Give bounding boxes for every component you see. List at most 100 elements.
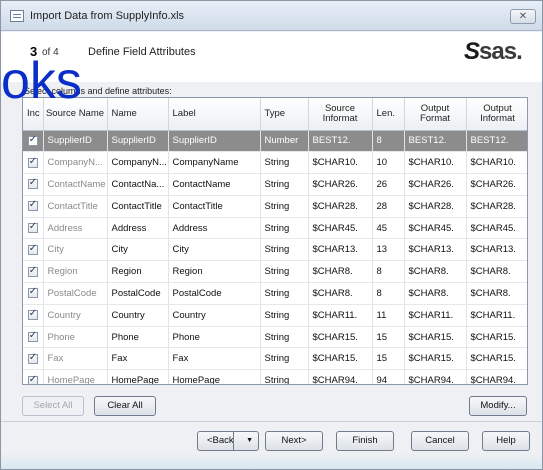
- source-informat-cell[interactable]: $CHAR45.: [308, 217, 373, 240]
- name-cell[interactable]: Address: [107, 217, 169, 240]
- column-header-length[interactable]: Len.: [372, 98, 405, 131]
- column-header-output-format[interactable]: Output Format: [404, 98, 467, 131]
- column-header-type[interactable]: Type: [260, 98, 309, 131]
- output-informat-cell[interactable]: $CHAR10.: [466, 151, 527, 175]
- include-checkbox[interactable]: [27, 286, 38, 299]
- output-format-cell[interactable]: BEST12.: [404, 130, 467, 153]
- table-row[interactable]: ContactNameContactNa...ContactNameString…: [23, 173, 527, 196]
- table-row[interactable]: CityCityCityString$CHAR13.13$CHAR13.$CHA…: [23, 238, 527, 262]
- source-informat-cell[interactable]: $CHAR13.: [308, 238, 373, 262]
- name-cell[interactable]: ContactTitle: [107, 195, 169, 218]
- source-informat-cell[interactable]: $CHAR15.: [308, 347, 373, 371]
- source-informat-cell[interactable]: $CHAR15.: [308, 326, 373, 349]
- length-cell[interactable]: 15: [372, 326, 405, 349]
- type-cell[interactable]: String: [260, 217, 309, 240]
- back-button[interactable]: <Back ▼: [197, 431, 259, 451]
- type-cell[interactable]: String: [260, 304, 309, 327]
- table-row[interactable]: HomePageHomePageHomePageString$CHAR94.94…: [23, 369, 527, 384]
- include-checkbox[interactable]: [27, 374, 38, 384]
- label-cell[interactable]: ContactTitle: [168, 195, 261, 218]
- include-checkbox[interactable]: [27, 221, 38, 234]
- output-format-cell[interactable]: $CHAR26.: [404, 173, 467, 196]
- output-informat-cell[interactable]: $CHAR15.: [466, 347, 527, 371]
- field-attributes-grid[interactable]: Inc Source Name Name Label Type Source I…: [22, 97, 528, 385]
- table-row[interactable]: AddressAddressAddressString$CHAR45.45$CH…: [23, 217, 527, 240]
- output-format-cell[interactable]: $CHAR45.: [404, 217, 467, 240]
- label-cell[interactable]: Region: [168, 260, 261, 284]
- column-header-name[interactable]: Name: [107, 98, 169, 131]
- length-cell[interactable]: 15: [372, 347, 405, 371]
- source-informat-cell[interactable]: $CHAR94.: [308, 369, 373, 384]
- table-row[interactable]: PostalCodePostalCodePostalCodeString$CHA…: [23, 282, 527, 305]
- name-cell[interactable]: Country: [107, 304, 169, 327]
- finish-button[interactable]: Finish: [336, 431, 394, 451]
- label-cell[interactable]: City: [168, 238, 261, 262]
- label-cell[interactable]: Country: [168, 304, 261, 327]
- output-format-cell[interactable]: $CHAR11.: [404, 304, 467, 327]
- column-header-output-informat[interactable]: Output Informat: [466, 98, 527, 131]
- source-informat-cell[interactable]: $CHAR8.: [308, 260, 373, 284]
- output-informat-cell[interactable]: $CHAR8.: [466, 260, 527, 284]
- name-cell[interactable]: PostalCode: [107, 282, 169, 305]
- length-cell[interactable]: 8: [372, 130, 405, 153]
- name-cell[interactable]: CompanyN...: [107, 151, 169, 175]
- output-format-cell[interactable]: $CHAR8.: [404, 260, 467, 284]
- output-informat-cell[interactable]: $CHAR11.: [466, 304, 527, 327]
- include-checkbox[interactable]: [27, 265, 38, 277]
- source-informat-cell[interactable]: $CHAR28.: [308, 195, 373, 218]
- type-cell[interactable]: Number: [260, 130, 309, 153]
- label-cell[interactable]: ContactName: [168, 173, 261, 196]
- output-informat-cell[interactable]: $CHAR26.: [466, 173, 527, 196]
- type-cell[interactable]: String: [260, 326, 309, 349]
- back-dropdown-icon[interactable]: ▼: [246, 432, 253, 450]
- output-informat-cell[interactable]: BEST12.: [466, 130, 527, 153]
- length-cell[interactable]: 26: [372, 173, 405, 196]
- table-row[interactable]: SupplierIDSupplierIDSupplierIDNumberBEST…: [23, 130, 527, 153]
- include-checkbox[interactable]: [27, 177, 38, 190]
- length-cell[interactable]: 11: [372, 304, 405, 327]
- column-header-source-informat[interactable]: Source Informat: [308, 98, 373, 131]
- label-cell[interactable]: Fax: [168, 347, 261, 371]
- label-cell[interactable]: SupplierID: [168, 130, 261, 153]
- name-cell[interactable]: City: [107, 238, 169, 262]
- type-cell[interactable]: String: [260, 173, 309, 196]
- table-row[interactable]: FaxFaxFaxString$CHAR15.15$CHAR15.$CHAR15…: [23, 347, 527, 371]
- output-informat-cell[interactable]: $CHAR28.: [466, 195, 527, 218]
- output-informat-cell[interactable]: $CHAR13.: [466, 238, 527, 262]
- column-header-label[interactable]: Label: [168, 98, 261, 131]
- name-cell[interactable]: SupplierID: [107, 130, 169, 153]
- length-cell[interactable]: 8: [372, 282, 405, 305]
- table-row[interactable]: CompanyN...CompanyN...CompanyNameString$…: [23, 151, 527, 175]
- type-cell[interactable]: String: [260, 347, 309, 371]
- next-button[interactable]: Next>: [265, 431, 323, 451]
- output-informat-cell[interactable]: $CHAR94.: [466, 369, 527, 384]
- output-informat-cell[interactable]: $CHAR15.: [466, 326, 527, 349]
- output-format-cell[interactable]: $CHAR10.: [404, 151, 467, 175]
- length-cell[interactable]: 45: [372, 217, 405, 240]
- include-checkbox[interactable]: [27, 243, 38, 255]
- output-format-cell[interactable]: $CHAR13.: [404, 238, 467, 262]
- name-cell[interactable]: HomePage: [107, 369, 169, 384]
- table-row[interactable]: PhonePhonePhoneString$CHAR15.15$CHAR15.$…: [23, 326, 527, 349]
- cancel-button[interactable]: Cancel: [411, 431, 469, 451]
- table-row[interactable]: ContactTitleContactTitleContactTitleStri…: [23, 195, 527, 218]
- include-checkbox[interactable]: [27, 308, 38, 321]
- include-checkbox[interactable]: [27, 156, 38, 168]
- table-row[interactable]: CountryCountryCountryString$CHAR11.11$CH…: [23, 304, 527, 327]
- output-format-cell[interactable]: $CHAR94.: [404, 369, 467, 384]
- output-format-cell[interactable]: $CHAR28.: [404, 195, 467, 218]
- source-informat-cell[interactable]: $CHAR10.: [308, 151, 373, 175]
- close-button[interactable]: ✕: [510, 9, 536, 24]
- include-checkbox[interactable]: [27, 134, 38, 146]
- length-cell[interactable]: 8: [372, 260, 405, 284]
- table-row[interactable]: RegionRegionRegionString$CHAR8.8$CHAR8.$…: [23, 260, 527, 284]
- length-cell[interactable]: 13: [372, 238, 405, 262]
- select-all-button[interactable]: Select All: [22, 396, 84, 416]
- clear-all-button[interactable]: Clear All: [94, 396, 156, 416]
- length-cell[interactable]: 10: [372, 151, 405, 175]
- name-cell[interactable]: Fax: [107, 347, 169, 371]
- output-format-cell[interactable]: $CHAR15.: [404, 347, 467, 371]
- output-informat-cell[interactable]: $CHAR45.: [466, 217, 527, 240]
- label-cell[interactable]: PostalCode: [168, 282, 261, 305]
- type-cell[interactable]: String: [260, 369, 309, 384]
